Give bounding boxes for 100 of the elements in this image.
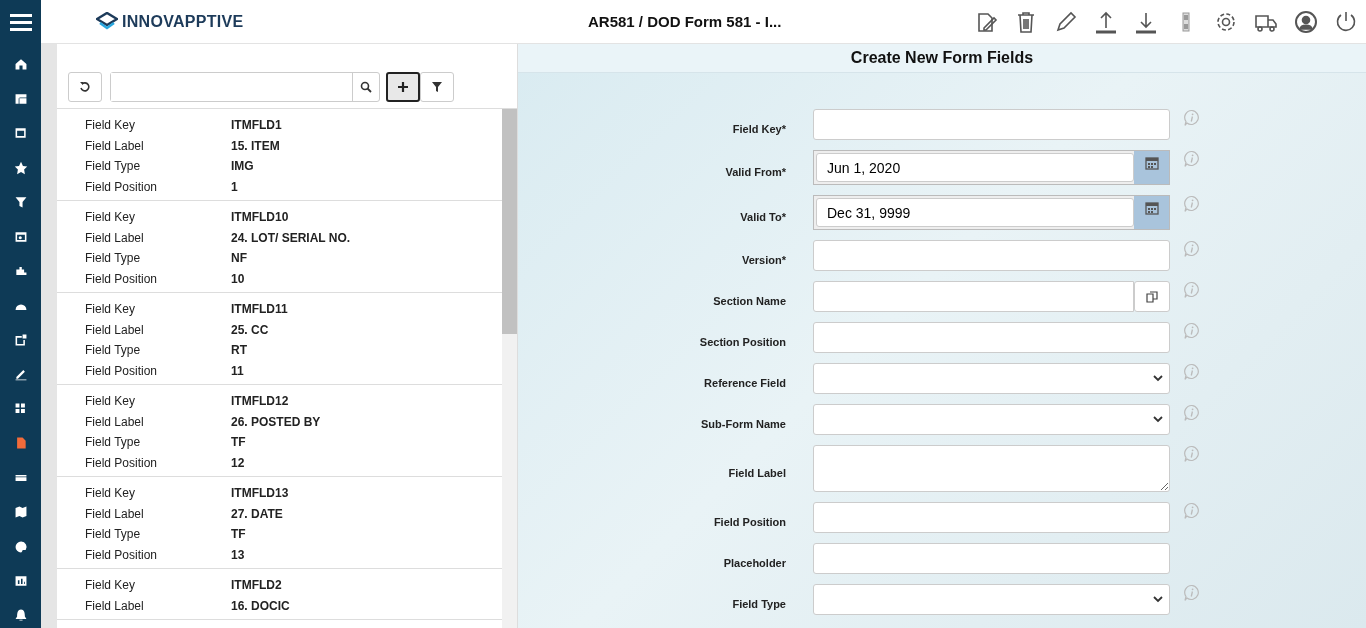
dropdown-field[interactable]: [813, 363, 1170, 394]
chevron-down-icon: [1153, 416, 1163, 423]
calendar-icon: [1144, 201, 1159, 215]
field-value: 1: [231, 179, 238, 194]
field-caption: Field Position: [85, 455, 159, 470]
logo-icon: [96, 11, 118, 32]
field-value: 16. DOCIC: [231, 598, 290, 613]
add-button[interactable]: [386, 72, 420, 102]
calendar-icon: [1144, 156, 1159, 170]
plus-icon: [397, 81, 409, 93]
filter-button[interactable]: [420, 72, 454, 102]
field-value: NF: [231, 251, 247, 266]
layout-icon: [13, 91, 28, 106]
field-value: 10: [231, 271, 245, 286]
search-window-icon: [13, 229, 28, 244]
page-title: AR581 / DOD Form 581 - I...: [588, 13, 783, 30]
text-field[interactable]: [813, 281, 1134, 312]
field-caption: Field Key: [85, 578, 137, 593]
text-field[interactable]: [813, 502, 1170, 533]
field-value: 27. DATE: [231, 506, 283, 521]
field-caption: Field Type: [85, 435, 142, 450]
field-caption: Field Label: [85, 414, 145, 429]
field-caption: Field Label: [85, 230, 145, 245]
text-field[interactable]: [813, 109, 1170, 140]
field-value: ITMFLD10: [231, 210, 289, 225]
field-value: 15. ITEM: [231, 138, 280, 153]
field-caption: Field Type: [85, 527, 142, 542]
field-caption: Field Position: [85, 179, 159, 194]
search-field[interactable]: [110, 72, 380, 102]
form-label: Valid To*: [739, 210, 786, 223]
field-caption: Field Type: [85, 343, 142, 358]
date-field[interactable]: Jun 1, 2020: [816, 153, 1134, 182]
filter-icon: [431, 81, 443, 93]
form-title: Create New Form Fields: [518, 44, 1366, 73]
user-icon: [1294, 9, 1318, 34]
power-icon: [1334, 9, 1358, 34]
edit-box-icon: [13, 332, 28, 347]
field-value: 13: [231, 547, 245, 562]
upload-icon: [1094, 9, 1118, 34]
dropdown-field[interactable]: [813, 404, 1170, 435]
field-caption: Field Type: [85, 159, 142, 174]
refresh-icon: [79, 81, 91, 93]
search-icon: [360, 81, 372, 93]
field-value: TF: [231, 527, 246, 542]
dropdown-field[interactable]: [813, 584, 1170, 615]
form-label: Version*: [740, 253, 786, 266]
field-caption: Field Position: [85, 363, 159, 378]
copy-icon: [1146, 290, 1158, 303]
calendar-button[interactable]: [1134, 196, 1169, 229]
field-caption: Field Label: [85, 506, 145, 521]
calendar-button[interactable]: [1134, 151, 1169, 184]
field-value: ITMFLD12: [231, 394, 289, 409]
field-caption: Field Label: [85, 138, 145, 153]
scrollbar-thumb[interactable]: [502, 109, 517, 334]
form-label: Field Label: [727, 466, 786, 479]
field-value: 11: [231, 363, 244, 378]
field-value: 24. LOT/ SERIAL NO.: [231, 230, 351, 245]
pencil-icon: [13, 367, 28, 382]
form-label: Field Type: [731, 597, 786, 610]
field-caption: Field Key: [85, 118, 137, 133]
field-caption: Field Key: [85, 486, 137, 501]
text-field[interactable]: [813, 322, 1170, 353]
form-label: Placeholder: [722, 556, 786, 569]
field-value: ITMFLD1: [231, 118, 282, 133]
form-label: Field Key*: [731, 122, 786, 135]
date-field[interactable]: Dec 31, 9999: [816, 198, 1134, 227]
field-caption: Field Label: [85, 322, 145, 337]
field-value: TF: [231, 435, 246, 450]
field-caption: Field Label: [85, 598, 145, 613]
chevron-down-icon: [1153, 375, 1163, 382]
field-caption: Field Type: [85, 251, 142, 266]
field-value: ITMFLD2: [231, 578, 282, 593]
text-field[interactable]: [813, 543, 1170, 574]
copy-button[interactable]: [1134, 281, 1170, 312]
filter-icon: [13, 195, 28, 210]
chart-icon: [13, 574, 28, 589]
field-value: ITMFLD11: [231, 302, 288, 317]
field-value: IMG: [231, 159, 254, 174]
field-caption: Field Key: [85, 394, 137, 409]
textarea-field[interactable]: [813, 445, 1170, 492]
form-label: Sub-Form Name: [700, 417, 786, 430]
menu-icon: [9, 12, 32, 31]
map-icon: [13, 505, 28, 520]
refresh-button[interactable]: [68, 72, 102, 102]
form-label: Reference Field: [703, 376, 786, 389]
menu-button[interactable]: [0, 0, 41, 44]
home-icon: [13, 57, 28, 72]
pencil-icon: [1054, 9, 1078, 34]
star-icon: [13, 160, 28, 175]
form-label: Section Position: [698, 335, 786, 348]
form-label: Valid From*: [724, 165, 786, 178]
field-caption: Field Key: [85, 302, 137, 317]
field-value: 12: [231, 455, 245, 470]
field-caption: Field Position: [85, 271, 159, 286]
field-caption: Field Key: [85, 210, 137, 225]
form-label: Field Position: [712, 515, 786, 528]
field-value: RT: [231, 343, 247, 358]
grid-icon: [13, 401, 28, 416]
text-field[interactable]: [813, 240, 1170, 271]
field-value: 26. POSTED BY: [231, 414, 321, 429]
